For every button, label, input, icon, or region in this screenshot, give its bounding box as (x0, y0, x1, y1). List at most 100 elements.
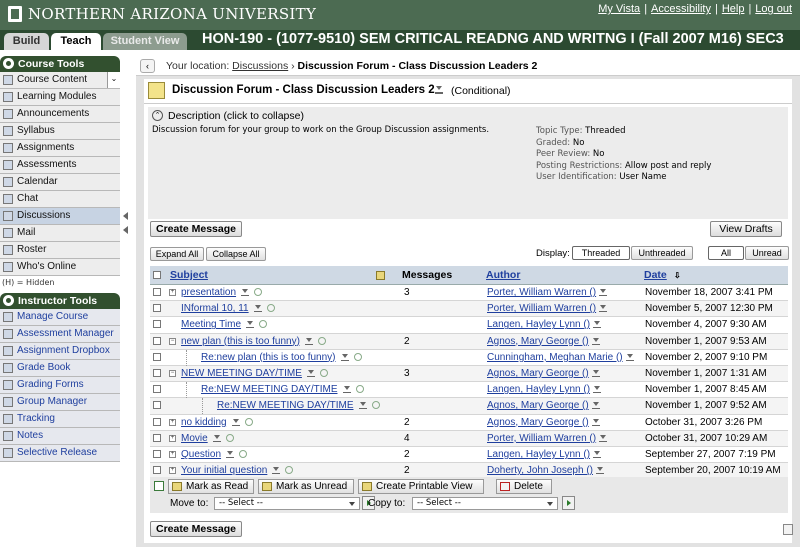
sidebar-item-assessments[interactable]: Assessments (0, 157, 120, 174)
message-subject-link[interactable]: Question (181, 447, 221, 462)
collapse-all-button[interactable]: Collapse All (206, 247, 266, 261)
my-vista-link[interactable]: My Vista (598, 3, 640, 15)
author-link[interactable]: Langen, Hayley Lynn () (487, 382, 590, 397)
action-menu-icon[interactable] (226, 450, 234, 458)
sidebar-item-roster[interactable]: Roster (0, 242, 120, 259)
sidebar-item-whos-online[interactable]: Who's Online (0, 259, 120, 276)
action-menu-icon[interactable] (343, 386, 351, 394)
message-subject-link[interactable]: Re:NEW MEETING DAY/TIME (217, 398, 354, 413)
delete-button[interactable]: Delete (496, 479, 552, 494)
row-checkbox[interactable] (153, 336, 161, 345)
row-checkbox[interactable] (153, 288, 161, 296)
row-checkbox[interactable] (153, 385, 161, 394)
sidebar-item-group-manager[interactable]: Group Manager (0, 394, 120, 411)
copy-to-select[interactable]: -- Select -- (412, 497, 558, 510)
message-subject-link[interactable]: INformal 10, 11 (181, 301, 249, 316)
collapse-minus-icon[interactable]: − (169, 337, 176, 345)
action-menu-icon[interactable] (254, 305, 262, 313)
action-menu-icon[interactable] (246, 321, 254, 329)
message-subject-link[interactable]: Re:new plan (this is too funny) (201, 350, 336, 365)
author-menu-icon[interactable] (593, 386, 601, 394)
message-subject-link[interactable]: presentation (181, 285, 236, 300)
author-link[interactable]: Porter, William Warren () (487, 285, 596, 300)
sidebar-item-assignment-dropbox[interactable]: Assignment Dropbox (0, 343, 120, 360)
course-tools-header[interactable]: Course Tools (0, 56, 120, 72)
row-checkbox[interactable] (153, 304, 161, 313)
message-subject-link[interactable]: NEW MEETING DAY/TIME (181, 366, 302, 381)
author-menu-icon[interactable] (592, 402, 600, 410)
author-link[interactable]: Agnos, Mary George () (487, 366, 589, 381)
sidebar-item-discussions[interactable]: Discussions (0, 208, 120, 225)
author-menu-icon[interactable] (599, 305, 607, 313)
expand-plus-icon[interactable]: + (169, 289, 176, 296)
message-subject-link[interactable]: no kidding (181, 415, 227, 430)
move-to-select[interactable]: -- Select -- (214, 497, 360, 510)
threaded-toggle[interactable]: Threaded (572, 246, 630, 260)
back-button[interactable]: ‹ (140, 59, 155, 73)
author-link[interactable]: Agnos, Mary George () (487, 334, 589, 349)
sidebar-item-calendar[interactable]: Calendar (0, 174, 120, 191)
row-checkbox[interactable] (153, 368, 161, 377)
collapse-arrow-icon[interactable]: ⌃ (152, 110, 163, 121)
author-menu-icon[interactable] (592, 418, 600, 426)
page-info-icon[interactable] (783, 524, 793, 535)
author-link[interactable]: Cunningham, Meghan Marie () (487, 350, 623, 365)
sidebar-item-announcements[interactable]: Announcements (0, 106, 120, 123)
sidebar-item-grade-book[interactable]: Grade Book (0, 360, 120, 377)
instructor-tools-header[interactable]: Instructor Tools (0, 293, 120, 309)
message-subject-link[interactable]: Re:NEW MEETING DAY/TIME (201, 382, 338, 397)
row-checkbox[interactable] (153, 449, 161, 458)
logout-link[interactable]: Log out (755, 3, 792, 15)
sidebar-item-tracking[interactable]: Tracking (0, 411, 120, 428)
create-printable-view-button[interactable]: Create Printable View (358, 479, 484, 494)
author-menu-icon[interactable] (593, 450, 601, 458)
chevron-down-icon[interactable]: ⌄ (107, 72, 120, 88)
action-menu-icon[interactable] (232, 418, 240, 426)
tab-teach[interactable]: Teach (51, 33, 101, 50)
description-toggle-label[interactable]: Description (click to collapse) (168, 110, 304, 122)
create-message-button[interactable]: Create Message (150, 221, 242, 237)
expand-all-button[interactable]: Expand All (150, 247, 204, 261)
tab-build[interactable]: Build (4, 33, 49, 50)
sidebar-item-chat[interactable]: Chat (0, 191, 120, 208)
expand-plus-icon[interactable]: + (169, 434, 176, 442)
row-checkbox[interactable] (153, 433, 161, 442)
expand-plus-icon[interactable]: + (169, 450, 176, 458)
author-link[interactable]: Porter, William Warren () (487, 431, 596, 446)
tab-student-view[interactable]: Student View (103, 33, 187, 50)
collapse-minus-icon[interactable]: − (169, 369, 176, 377)
action-menu-icon[interactable] (307, 369, 315, 377)
view-drafts-button[interactable]: View Drafts (710, 221, 782, 237)
author-menu-icon[interactable] (593, 321, 601, 329)
message-subject-link[interactable]: new plan (this is too funny) (181, 334, 300, 349)
unthreaded-toggle[interactable]: Unthreaded (631, 246, 693, 260)
action-menu-icon[interactable] (241, 289, 249, 296)
select-all-checkbox[interactable] (153, 271, 161, 279)
column-date[interactable]: Date (644, 266, 667, 285)
message-subject-link[interactable]: Movie (181, 431, 208, 446)
message-subject-link[interactable]: Meeting Time (181, 317, 241, 332)
breadcrumb-discussions-link[interactable]: Discussions (232, 60, 288, 72)
sidebar-item-syllabus[interactable]: Syllabus (0, 123, 120, 140)
sidebar-item-notes[interactable]: Notes (0, 428, 120, 445)
sidebar-item-manage-course[interactable]: Manage Course (0, 309, 120, 326)
accessibility-link[interactable]: Accessibility (651, 3, 711, 15)
mark-as-read-button[interactable]: Mark as Read (168, 479, 254, 494)
column-author[interactable]: Author (486, 266, 520, 285)
action-menu-icon[interactable] (272, 467, 280, 475)
column-subject[interactable]: Subject (170, 266, 208, 285)
author-link[interactable]: Agnos, Mary George () (487, 415, 589, 430)
author-menu-icon[interactable] (599, 289, 607, 296)
row-checkbox[interactable] (153, 401, 161, 410)
author-link[interactable]: Porter, William Warren () (487, 301, 596, 316)
sidebar-item-assessment-manager[interactable]: Assessment Manager (0, 326, 120, 343)
author-menu-icon[interactable] (626, 353, 634, 361)
mark-as-unread-button[interactable]: Mark as Unread (258, 479, 354, 494)
author-menu-icon[interactable] (592, 369, 600, 377)
message-subject-link[interactable]: Your initial question (181, 463, 267, 478)
filter-all-toggle[interactable]: All (708, 246, 744, 260)
sidebar-item-course-content[interactable]: Course Content ⌄ (0, 72, 120, 89)
author-link[interactable]: Agnos, Mary George () (487, 398, 589, 413)
filter-unread-toggle[interactable]: Unread (745, 246, 789, 260)
row-checkbox[interactable] (153, 417, 161, 426)
